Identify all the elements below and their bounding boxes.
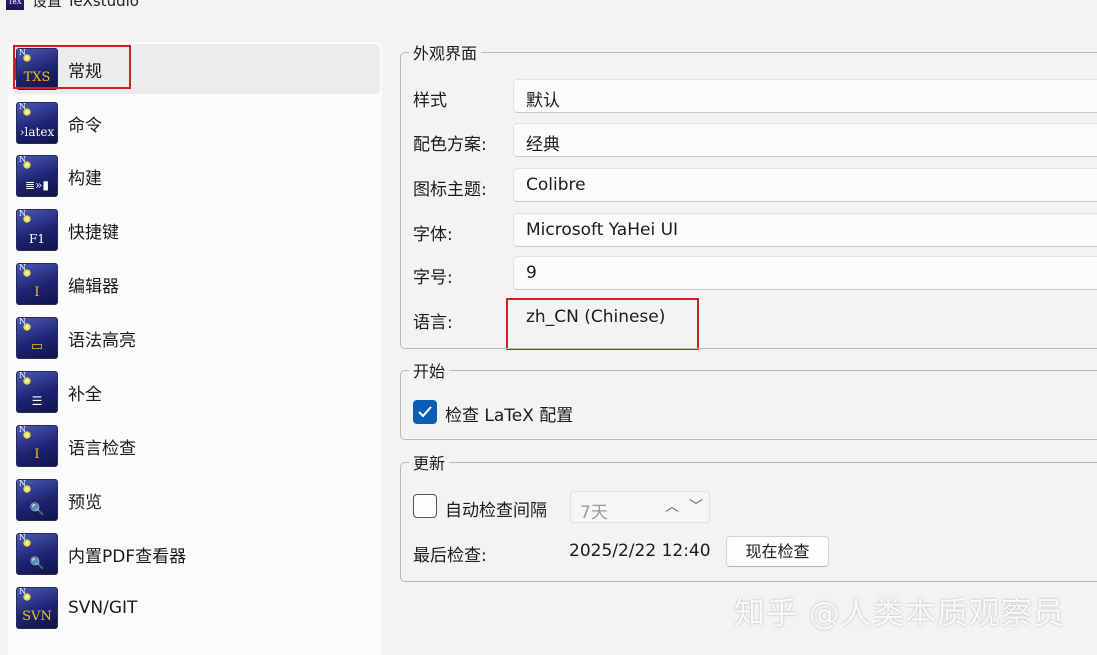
sidebar-item-label: 构建	[68, 168, 102, 189]
font-label: 字体:	[413, 225, 453, 245]
sidebar-item-label: 语法高亮	[68, 330, 136, 351]
sidebar-item-language-check[interactable]: NI 语言检查	[14, 421, 380, 471]
font-value: Microsoft YaHei UI	[526, 220, 679, 240]
group-title: 外观界面	[409, 40, 482, 64]
sidebar-item-shortcuts[interactable]: N F1 快捷键	[14, 205, 380, 255]
pdf-viewer-icon: N 🔍	[16, 533, 58, 575]
language-value: zh_CN (Chinese)	[526, 307, 666, 327]
sidebar-item-preview[interactable]: N 🔍 预览	[14, 475, 380, 525]
color-scheme-dropdown[interactable]: 经典	[513, 123, 1097, 157]
preview-magnifier-icon: N 🔍	[16, 479, 58, 521]
sidebar-item-syntax-highlighting[interactable]: N ▭ 语法高亮	[14, 313, 380, 363]
auto-check-checkbox[interactable]	[413, 494, 437, 518]
icon-theme-value: Colibre	[526, 175, 586, 195]
language-label: 语言:	[413, 313, 453, 333]
style-value: 默认	[526, 91, 560, 111]
highlight-box-general	[13, 45, 131, 89]
keyboard-f1-icon: N F1	[16, 209, 58, 251]
icon-theme-label: 图标主题:	[413, 180, 487, 200]
font-dropdown[interactable]: Microsoft YaHei UI	[513, 213, 1097, 247]
sidebar-item-label: 语言检查	[68, 438, 136, 459]
svn-git-icon: N SVN	[16, 587, 58, 629]
check-latex-checkbox[interactable]	[413, 400, 437, 424]
latex-command-icon: N ›latex	[16, 102, 58, 144]
color-scheme-value: 经典	[526, 135, 560, 155]
settings-category-sidebar: N TXS 常规 N ›latex 命令 N ≣»▮ 构建 N F1 快捷键 NI 编辑…	[8, 42, 382, 655]
watermark: 知乎 @人类本质观察员	[734, 596, 1065, 632]
texstudio-app-icon: TeX	[6, 0, 24, 10]
sidebar-item-editor[interactable]: NI 编辑器	[14, 259, 380, 309]
sidebar-item-label: 编辑器	[68, 276, 119, 297]
last-check-label: 最后检查:	[413, 546, 487, 566]
font-size-value: 9	[526, 263, 537, 283]
style-label: 样式	[413, 91, 447, 111]
window-title: 设置 TeXstudio	[32, 0, 139, 10]
sidebar-item-label: 补全	[68, 384, 102, 405]
language-dropdown[interactable]: zh_CN (Chinese)	[513, 300, 1097, 334]
sidebar-item-svn-git[interactable]: N SVN SVN/GIT	[14, 583, 380, 633]
title-bar: TeX 设置 TeXstudio	[0, 0, 1097, 14]
font-size-spinbox[interactable]: 9	[513, 256, 1097, 290]
group-title: 开始	[409, 358, 450, 382]
interval-value: 7天	[580, 503, 608, 523]
checkmark-icon	[418, 406, 432, 418]
style-dropdown[interactable]: 默认	[513, 79, 1097, 113]
auto-check-label: 自动检查间隔	[445, 501, 547, 521]
sidebar-item-label: 快捷键	[68, 222, 119, 243]
sidebar-item-label: 命令	[68, 115, 102, 136]
chevron-down-icon[interactable]: ﹀	[689, 496, 703, 516]
sidebar-item-label: 内置PDF查看器	[68, 546, 187, 567]
sidebar-item-label: 预览	[68, 492, 102, 513]
syntax-highlight-icon: N ▭	[16, 317, 58, 359]
build-icon: N ≣»▮	[16, 155, 58, 197]
sidebar-item-commands[interactable]: N ›latex 命令	[14, 98, 380, 148]
check-latex-label: 检查 LaTeX 配置	[445, 406, 574, 426]
interval-spinbox[interactable]: 7天 ︿ ﹀	[570, 491, 710, 523]
group-title: 更新	[409, 450, 450, 474]
color-scheme-label: 配色方案:	[413, 135, 487, 155]
editor-cursor-icon: NI	[16, 263, 58, 305]
last-check-value: 2025/2/22 12:40	[569, 541, 711, 561]
completion-list-icon: N ☰	[16, 371, 58, 413]
icon-theme-dropdown[interactable]: Colibre	[513, 168, 1097, 202]
sidebar-item-completion[interactable]: N ☰ 补全	[14, 367, 380, 417]
check-now-button[interactable]: 现在检查	[726, 536, 829, 567]
font-size-label: 字号:	[413, 268, 453, 288]
sidebar-item-label: SVN/GIT	[68, 598, 138, 618]
sidebar-item-pdf-viewer[interactable]: N 🔍 内置PDF查看器	[14, 529, 380, 579]
sidebar-item-build[interactable]: N ≣»▮ 构建	[14, 151, 380, 201]
chevron-up-icon[interactable]: ︿	[665, 496, 679, 516]
language-check-icon: NI	[16, 425, 58, 467]
